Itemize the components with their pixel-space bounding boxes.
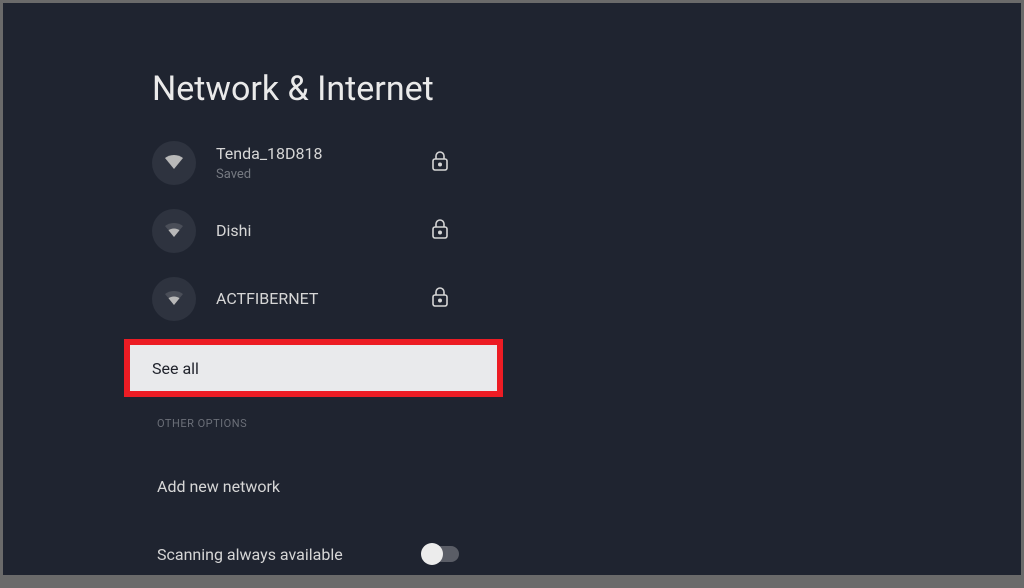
network-item-actfibernet[interactable]: ACTFIBERNET — [3, 265, 608, 333]
network-name: Tenda_18D818 — [216, 144, 608, 165]
settings-left-panel: Network & Internet Tenda_18D818 Saved — [3, 3, 608, 575]
lock-icon — [431, 150, 449, 176]
wifi-icon — [152, 141, 196, 185]
network-text: ACTFIBERNET — [216, 289, 608, 310]
toggle-knob — [421, 543, 443, 565]
network-name: ACTFIBERNET — [216, 289, 608, 310]
network-name: Dishi — [216, 221, 608, 242]
network-text: Dishi — [216, 221, 608, 242]
scanning-label: Scanning always available — [157, 545, 343, 564]
settings-screen: Network & Internet Tenda_18D818 Saved — [3, 3, 1021, 575]
network-text: Tenda_18D818 Saved — [216, 144, 608, 182]
scanning-toggle[interactable] — [423, 546, 459, 562]
section-header-other-options: OTHER OPTIONS — [3, 405, 608, 452]
network-item-tenda[interactable]: Tenda_18D818 Saved — [3, 129, 608, 197]
add-network-label: Add new network — [157, 477, 280, 496]
settings-right-panel — [608, 3, 1021, 575]
page-title: Network & Internet — [3, 3, 608, 129]
wifi-icon — [152, 277, 196, 321]
network-item-dishi[interactable]: Dishi — [3, 197, 608, 265]
network-status: Saved — [216, 167, 608, 182]
wifi-icon — [152, 209, 196, 253]
lock-icon — [431, 218, 449, 244]
see-all-label: See all — [152, 359, 199, 378]
lock-icon — [431, 286, 449, 312]
add-network-button[interactable]: Add new network — [3, 452, 608, 520]
see-all-button[interactable]: See all — [124, 339, 503, 397]
